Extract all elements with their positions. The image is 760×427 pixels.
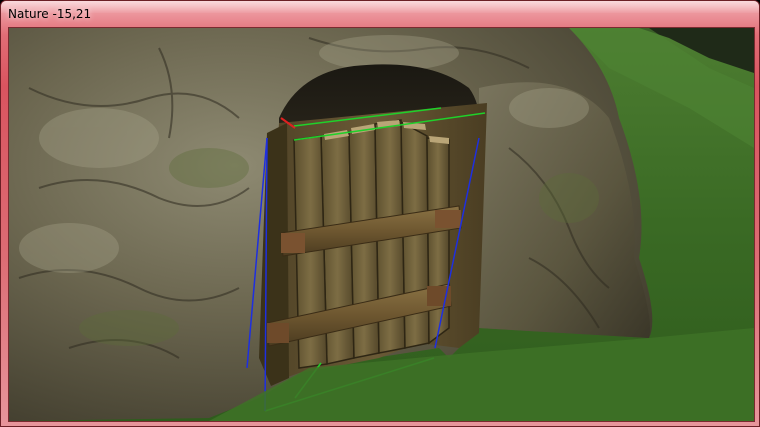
title-bar-shine (1, 1, 759, 13)
app-window: Nature -15,21 (0, 0, 760, 427)
title-bar[interactable]: Nature -15,21 (1, 1, 759, 27)
3d-viewport[interactable] (8, 27, 755, 422)
window-title: Nature -15,21 (8, 7, 92, 21)
scene-render[interactable] (9, 28, 754, 421)
